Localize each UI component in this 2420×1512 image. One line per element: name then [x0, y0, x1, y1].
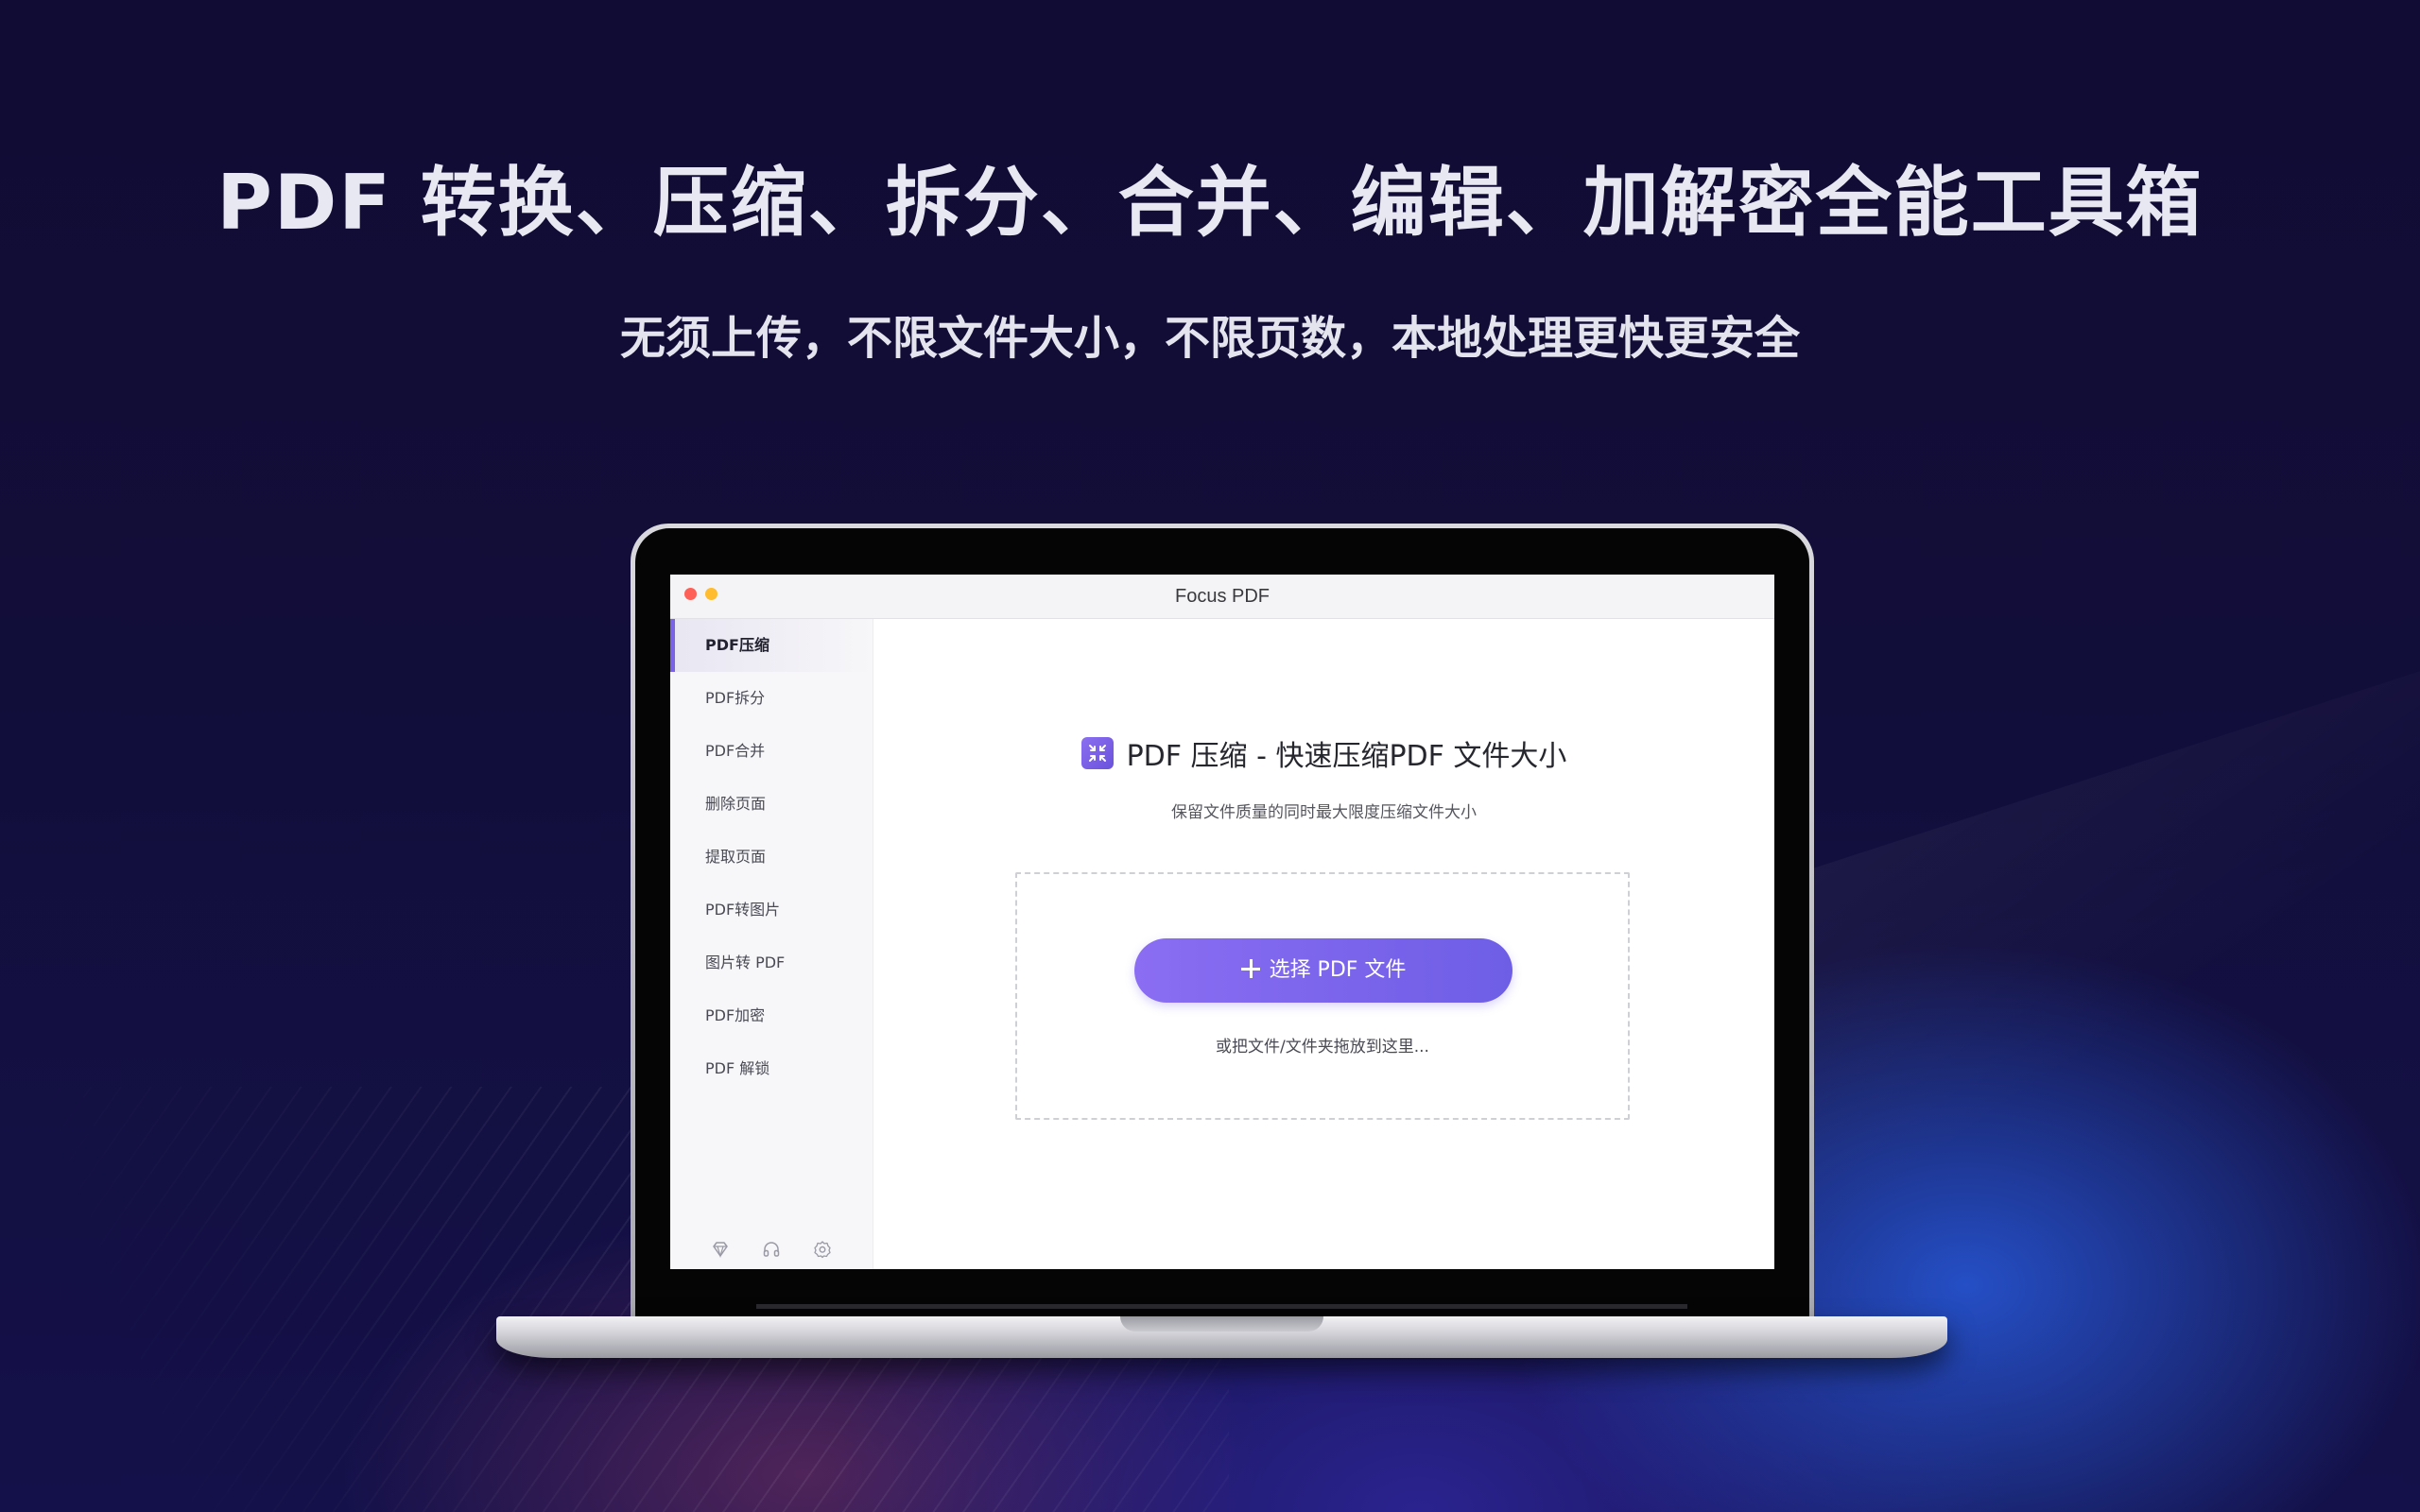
hero-title: PDF 转换、压缩、拆分、合并、编辑、加解密全能工具箱 [216, 159, 2204, 247]
plus-icon [1240, 959, 1260, 978]
sidebar-item-pdf-encrypt[interactable]: PDF加密 [670, 989, 873, 1042]
window-titlebar: Focus PDF [670, 575, 1774, 619]
headphones-icon[interactable] [762, 1240, 781, 1259]
sidebar-item-pdf-unlock[interactable]: PDF 解锁 [670, 1042, 873, 1095]
page-description: 保留文件质量的同时最大限度压缩文件大小 [1171, 803, 1477, 822]
diamond-icon[interactable] [711, 1240, 730, 1259]
select-pdf-button[interactable]: 选择 PDF 文件 [1134, 938, 1512, 1003]
select-pdf-button-label: 选择 PDF 文件 [1269, 958, 1407, 982]
sidebar-item-pdf-merge[interactable]: PDF合并 [670, 725, 873, 778]
compress-icon [1080, 737, 1114, 769]
sidebar-item-image-to-pdf[interactable]: 图片转 PDF [670, 936, 873, 989]
app-window: Focus PDF PDF压缩 PDF拆分 PDF合并 删除页面 提取页面 PD… [670, 575, 1774, 1269]
sidebar: PDF压缩 PDF拆分 PDF合并 删除页面 提取页面 PDF转图片 图片转 P… [670, 619, 873, 1269]
sidebar-item-pdf-compress[interactable]: PDF压缩 [670, 619, 873, 672]
main-content: PDF 压缩 - 快速压缩PDF 文件大小 保留文件质量的同时最大限度压缩文件大… [873, 619, 1774, 1269]
sidebar-item-delete-pages[interactable]: 删除页面 [670, 778, 873, 831]
hero-subtitle: 无须上传，不限文件大小，不限页数，本地处理更快更安全 [619, 312, 1800, 365]
laptop-notch [1120, 1316, 1323, 1332]
file-drop-zone[interactable]: 选择 PDF 文件 或把文件/文件夹拖放到这里... [1015, 872, 1630, 1120]
sidebar-item-extract-pages[interactable]: 提取页面 [670, 831, 873, 884]
page-heading: PDF 压缩 - 快速压缩PDF 文件大小 [1126, 740, 1567, 773]
window-title: Focus PDF [1174, 586, 1270, 607]
laptop-hinge [756, 1304, 1687, 1309]
sidebar-item-pdf-to-image[interactable]: PDF转图片 [670, 884, 873, 936]
drop-hint: 或把文件/文件夹拖放到这里... [1216, 1038, 1429, 1057]
heading-row: PDF 压缩 - 快速压缩PDF 文件大小 [873, 732, 1774, 773]
sidebar-item-pdf-split[interactable]: PDF拆分 [670, 672, 873, 725]
gear-icon[interactable] [813, 1240, 832, 1259]
